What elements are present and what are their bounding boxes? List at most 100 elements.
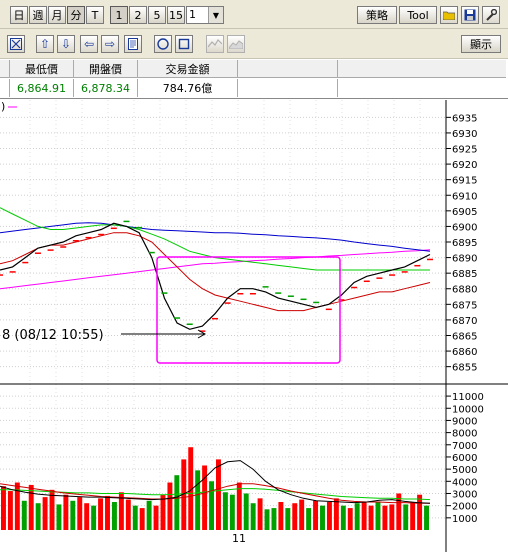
quote-value-empty-1	[238, 79, 338, 97]
price-tick-label: 6860	[452, 347, 477, 358]
volume-bar	[105, 495, 110, 530]
volume-bar	[84, 503, 90, 530]
save-disk-icon[interactable]	[461, 6, 479, 24]
volume-bar	[63, 494, 69, 530]
quote-value-amount: 784.76億	[138, 79, 238, 97]
volume-bar	[28, 484, 34, 530]
period-week-button[interactable]: 週	[29, 6, 47, 24]
arrow-up-icon[interactable]: ⇧	[36, 35, 54, 53]
volume-bar	[299, 499, 305, 530]
volume-bar	[111, 502, 117, 530]
minute-1-button[interactable]: 1	[110, 6, 128, 24]
volume-tick-label: 8000	[452, 429, 477, 440]
legend-fragment: )	[1, 100, 5, 113]
volume-bar	[167, 482, 173, 530]
strategy-button[interactable]: 策略	[357, 6, 397, 24]
volume-bar	[77, 497, 83, 530]
quote-header-empty-1	[238, 60, 338, 78]
volume-bar	[361, 502, 367, 530]
price-tick-label: 6900	[452, 222, 477, 233]
period-day-button[interactable]: 日	[10, 6, 28, 24]
annotation-label: 8 (08/12 10:55)	[2, 328, 104, 343]
price-tick-label: 6880	[452, 285, 477, 296]
price-tick-label: 6935	[452, 113, 477, 124]
volume-bar	[139, 508, 145, 530]
volume-bar	[35, 503, 41, 530]
volume-bar	[313, 500, 319, 530]
quote-header-spacer	[0, 60, 10, 78]
volume-bar	[209, 481, 214, 530]
volume-bar	[243, 493, 249, 530]
price-tick-label: 6910	[452, 191, 477, 202]
volume-bar	[410, 503, 416, 530]
volume-bar	[202, 465, 208, 530]
wrench-settings-icon[interactable]	[482, 6, 500, 24]
time-label-11: 11	[232, 532, 246, 545]
volume-bar	[320, 505, 325, 530]
volume-bar	[347, 508, 353, 530]
volume-bar	[132, 505, 138, 530]
volume-tick-label: 1000	[452, 514, 477, 525]
volume-bar	[389, 504, 395, 530]
arrow-left-icon[interactable]: ⇦	[80, 35, 98, 53]
chevron-down-icon[interactable]: ▼	[208, 7, 223, 23]
price-tick-label: 6865	[452, 331, 477, 342]
volume-bar	[236, 482, 242, 530]
volume-bar	[153, 505, 159, 530]
interval-select[interactable]: 1 ▼	[186, 6, 224, 24]
volume-bar	[271, 508, 277, 530]
volume-tick-label: 5000	[452, 465, 477, 476]
page-icon[interactable]	[124, 35, 142, 53]
volume-bar	[354, 503, 360, 530]
volume-bar	[326, 502, 332, 530]
volume-bar	[340, 505, 346, 530]
volume-bar	[278, 502, 284, 530]
period-tick-button[interactable]: T	[86, 6, 104, 24]
quote-value-empty-2	[338, 79, 506, 97]
arrow-down-icon[interactable]: ⇩	[57, 35, 75, 53]
price-tick-label: 6885	[452, 269, 477, 280]
price-tick-label: 6930	[452, 129, 477, 140]
circle-icon[interactable]	[154, 35, 172, 53]
minute-5-button[interactable]: 5	[148, 6, 166, 24]
volume-bar	[403, 504, 409, 530]
volume-bar	[417, 494, 423, 530]
volume-bar	[56, 504, 62, 530]
tool-button[interactable]: Tool	[399, 6, 437, 24]
price-volume-chart[interactable]: 8 (08/12 10:55) ) 6935 6930 6925 6920 6915 69…	[0, 100, 508, 552]
minute-15-button[interactable]: 15	[167, 6, 185, 24]
toolbar-top: 日 週 月 分 T 1 2 5 15 1 ▼ 策略 Tool	[0, 0, 508, 29]
period-month-button[interactable]: 月	[48, 6, 66, 24]
volume-bar	[424, 505, 429, 530]
open-folder-icon[interactable]	[440, 6, 458, 24]
price-tick-label: 6925	[452, 145, 477, 156]
volume-tick-label: 9000	[452, 416, 477, 427]
price-tick-label: 6915	[452, 176, 477, 187]
volume-tick-label: 2000	[452, 502, 477, 513]
line-chart-icon[interactable]	[206, 35, 224, 53]
volume-bar	[375, 502, 381, 530]
volume-bar	[21, 500, 27, 530]
minute-2-button[interactable]: 2	[129, 6, 147, 24]
price-tick-label: 6920	[452, 160, 477, 171]
crosshair-box-icon[interactable]	[7, 35, 25, 53]
period-minute-button[interactable]: 分	[67, 6, 85, 24]
volume-bar	[125, 499, 131, 530]
volume-tick-label: 3000	[452, 489, 477, 500]
display-button[interactable]: 顯示	[461, 35, 501, 53]
volume-bar	[229, 494, 235, 530]
volume-bar	[368, 505, 374, 530]
volume-bar	[306, 508, 312, 530]
square-icon[interactable]	[175, 35, 193, 53]
volume-bar	[257, 498, 263, 530]
quote-info-table: 最低價 開盤價 交易金額 6,864.91 6,878.34 784.76億	[0, 60, 508, 99]
arrow-right-icon[interactable]: ⇨	[101, 35, 119, 53]
volume-bar	[292, 503, 298, 530]
quote-value-spacer	[0, 79, 10, 97]
volume-tick-label: 6000	[452, 453, 477, 464]
volume-bar	[195, 470, 201, 530]
volume-bar	[160, 494, 166, 530]
volume-bar	[216, 459, 221, 530]
toolbar-drawing: ⇧ ⇩ ⇦ ⇨ 顯示	[0, 29, 508, 59]
area-chart-icon[interactable]	[227, 35, 245, 53]
